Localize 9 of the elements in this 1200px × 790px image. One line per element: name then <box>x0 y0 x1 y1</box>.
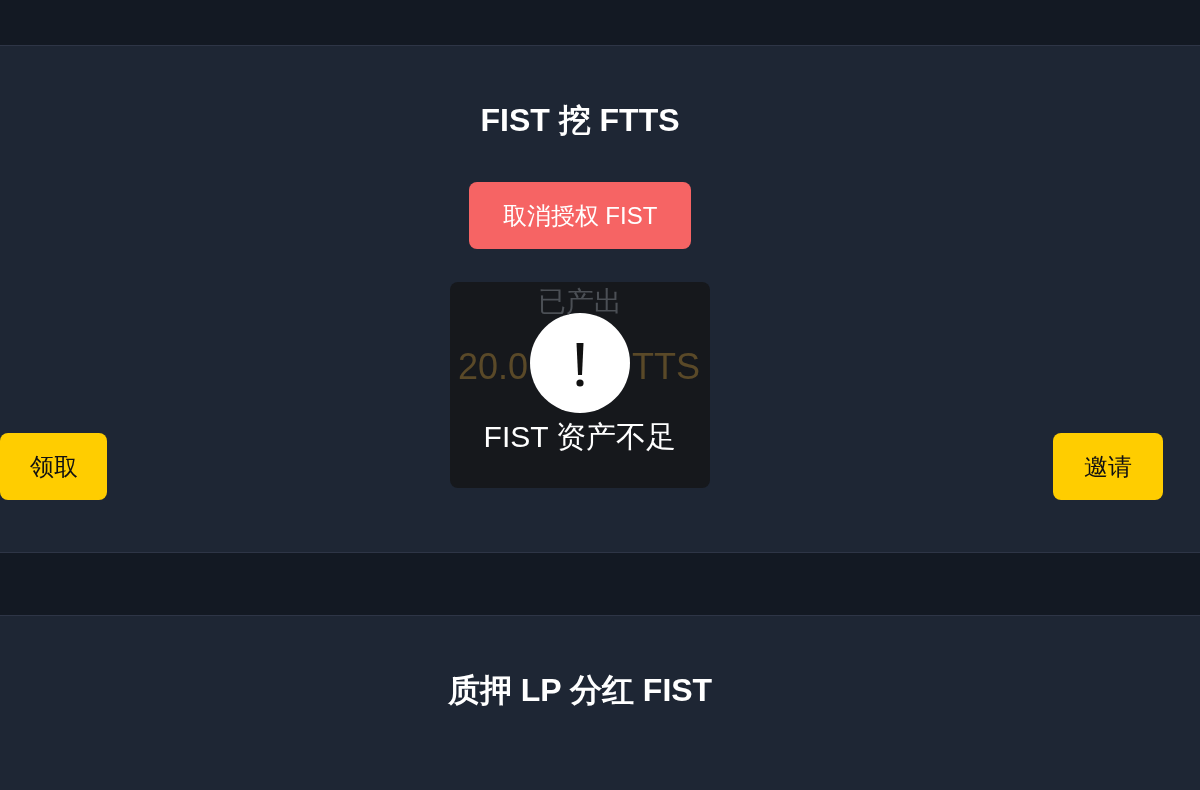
toast-message: FIST 资产不足 <box>483 419 677 455</box>
amount-text: TTS <box>632 345 700 389</box>
amount-text: 20.0 <box>457 345 528 389</box>
section-title: 质押 LP 分红 FIST <box>447 671 713 710</box>
section-title: FIST 挖 FTTS <box>480 101 680 140</box>
produced-label: 已产出 <box>538 285 622 319</box>
claim-button[interactable]: 领取 <box>0 433 107 500</box>
warning-icon <box>530 313 630 413</box>
invite-button[interactable]: 邀请 <box>1053 433 1163 500</box>
